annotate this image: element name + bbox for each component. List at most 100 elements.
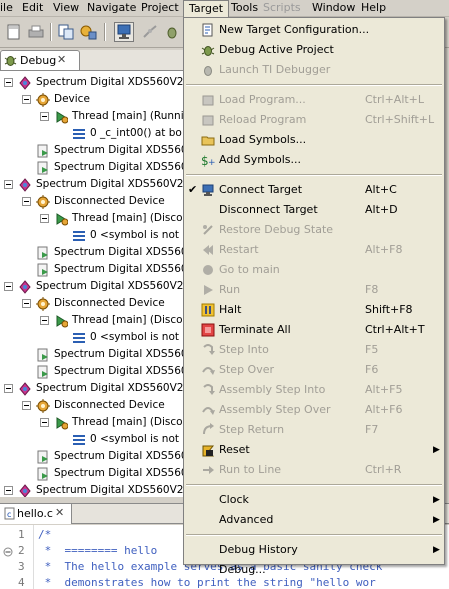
menu-item-halt[interactable]: Halt Shift+F8 [184,300,444,320]
menu-item-label: Halt [219,303,242,316]
menu-item-label: Debug Active Project [219,43,334,56]
editor-tab-hello-c[interactable]: c hello.c ✕ [0,504,72,524]
tree-row[interactable]: Spectrum Digital XDS560V [0,363,190,380]
tree-row[interactable]: Spectrum Digital XDS560V2 ST [0,482,190,497]
collapse-toggle-icon[interactable] [22,95,31,104]
target-icon [18,280,32,294]
tree-row-label: Spectrum Digital XDS560V [54,365,190,377]
collapse-toggle-icon[interactable] [40,112,49,121]
load-symbols-icon [201,133,215,147]
toolbar-separator [50,23,52,41]
launch-icon [36,263,50,277]
cpu-icon [36,93,50,107]
menu-project[interactable]: Project [136,0,184,17]
run-icon [201,283,215,297]
new-file-icon[interactable] [4,22,24,42]
menu-separator [186,174,442,176]
collapse-toggle-icon[interactable] [4,486,13,495]
menu-item-label: Step Into [219,343,269,356]
tree-row[interactable]: Disconnected Device [0,295,190,312]
submenu-arrow-icon: ▶ [433,515,440,525]
menu-item-load-program: Load Program... Ctrl+Alt+L [184,90,444,110]
collapse-toggle-icon[interactable] [4,384,13,393]
tree-row[interactable]: Spectrum Digital XDS560V [0,465,190,482]
tree-row[interactable]: 0 <symbol is not a [0,329,190,346]
menu-help[interactable]: Help [356,0,391,17]
tree-row[interactable]: 0 _c_int00() at bo [0,125,190,142]
launch-ti-debugger-icon [201,63,215,77]
menu-separator [186,84,442,86]
menu-item-connect-target[interactable]: ✔ Connect Target Alt+C [184,180,444,200]
tree-row[interactable]: Thread [main] (Running [0,108,190,125]
menu-item-new-target-configuration[interactable]: New Target Configuration... [184,20,444,40]
menu-item-label: Load Symbols... [219,133,307,146]
menu-navigate[interactable]: Navigate [82,0,141,17]
menu-item-add-symbols[interactable]: $ + Add Symbols... [184,150,444,170]
copy-project-icon[interactable] [56,22,76,42]
collapse-toggle-icon[interactable] [40,418,49,427]
target-icon [18,382,32,396]
menu-edit[interactable]: Edit [17,0,48,17]
menu-ile[interactable]: ile [0,0,18,17]
tree-row[interactable]: Thread [main] (Discon [0,312,190,329]
tree-row[interactable]: Spectrum Digital XDS560V [0,346,190,363]
menu-item-debug[interactable]: Debug... [184,560,444,580]
collapse-toggle-icon[interactable] [4,78,13,87]
menu-item-terminate-all[interactable]: Terminate All Ctrl+Alt+T [184,320,444,340]
menu-item-label: Connect Target [219,183,303,196]
debug-icon[interactable] [162,22,182,42]
menu-item-label: Step Return [219,423,285,436]
menu-item-debug-active-project[interactable]: Debug Active Project [184,40,444,60]
menu-scripts[interactable]: Scripts [258,0,306,17]
menu-item-step-return: Step Return F7 [184,420,444,440]
close-icon[interactable]: ✕ [55,506,64,519]
menu-item-clock[interactable]: Clock ▶ [184,490,444,510]
tree-row-label: Spectrum Digital XDS560V [54,467,190,479]
debug-view-tab[interactable]: Debug ✕ [0,50,80,70]
collapse-toggle-icon[interactable] [40,316,49,325]
tree-row[interactable]: Spectrum Digital XDS560V2 ST [0,278,190,295]
stackframe-icon [72,331,86,345]
menu-item-step-into: Step Into F5 [184,340,444,360]
tree-row[interactable]: Spectrum Digital XDS560V [0,448,190,465]
tree-row[interactable]: Disconnected Device [0,397,190,414]
tree-row[interactable]: Spectrum Digital XDS560V [0,244,190,261]
print-icon[interactable] [26,22,46,42]
tree-row[interactable]: Spectrum Digital XDS560V [0,142,190,159]
tree-row[interactable]: Device [0,91,190,108]
tree-row[interactable]: Spectrum Digital XDS560V [0,261,190,278]
tree-row[interactable]: Thread [main] (Discon [0,414,190,431]
tree-row-label: Device [54,93,90,105]
menu-item-reset[interactable]: Reset ▶ [184,440,444,460]
disconnected-icon[interactable] [140,22,160,42]
menu-item-restore-debug-state: Restore Debug State [184,220,444,240]
menu-view[interactable]: View [48,0,84,17]
tree-row[interactable]: Disconnected Device [0,193,190,210]
collapse-toggle-icon[interactable] [22,299,31,308]
tree-row[interactable]: Spectrum Digital XDS560V [0,159,190,176]
debug-tree: Spectrum Digital XDS560V2 ST Device Thread… [0,74,190,497]
tree-row[interactable]: Spectrum Digital XDS560V2 ST [0,380,190,397]
menu-item-disconnect-target[interactable]: Disconnect Target Alt+D [184,200,444,220]
menu-item-advanced[interactable]: Advanced ▶ [184,510,444,530]
tree-row[interactable]: 0 <symbol is not a [0,227,190,244]
collapse-toggle-icon[interactable] [22,401,31,410]
collapse-toggle-icon[interactable] [4,282,13,291]
menu-item-debug-history[interactable]: Debug History ▶ [184,540,444,560]
target-connect-icon[interactable] [114,22,134,42]
collapse-toggle-icon[interactable] [4,180,13,189]
tree-row[interactable]: 0 <symbol is not a [0,431,190,448]
menu-target[interactable]: Target [183,0,230,17]
menu-item-shortcut: F5 [365,343,379,356]
collapse-marker-icon[interactable] [2,546,14,558]
close-icon[interactable]: ✕ [57,53,66,66]
menu-item-load-symbols[interactable]: Load Symbols... [184,130,444,150]
toolbar-separator [104,23,106,41]
build-icon[interactable] [78,22,98,42]
tree-row[interactable]: Spectrum Digital XDS560V2 ST [0,176,190,193]
tree-row[interactable]: Spectrum Digital XDS560V2 ST [0,74,190,91]
tree-row[interactable]: Thread [main] (Discon [0,210,190,227]
collapse-toggle-icon[interactable] [22,197,31,206]
collapse-toggle-icon[interactable] [40,214,49,223]
menu-window[interactable]: Window [307,0,360,17]
